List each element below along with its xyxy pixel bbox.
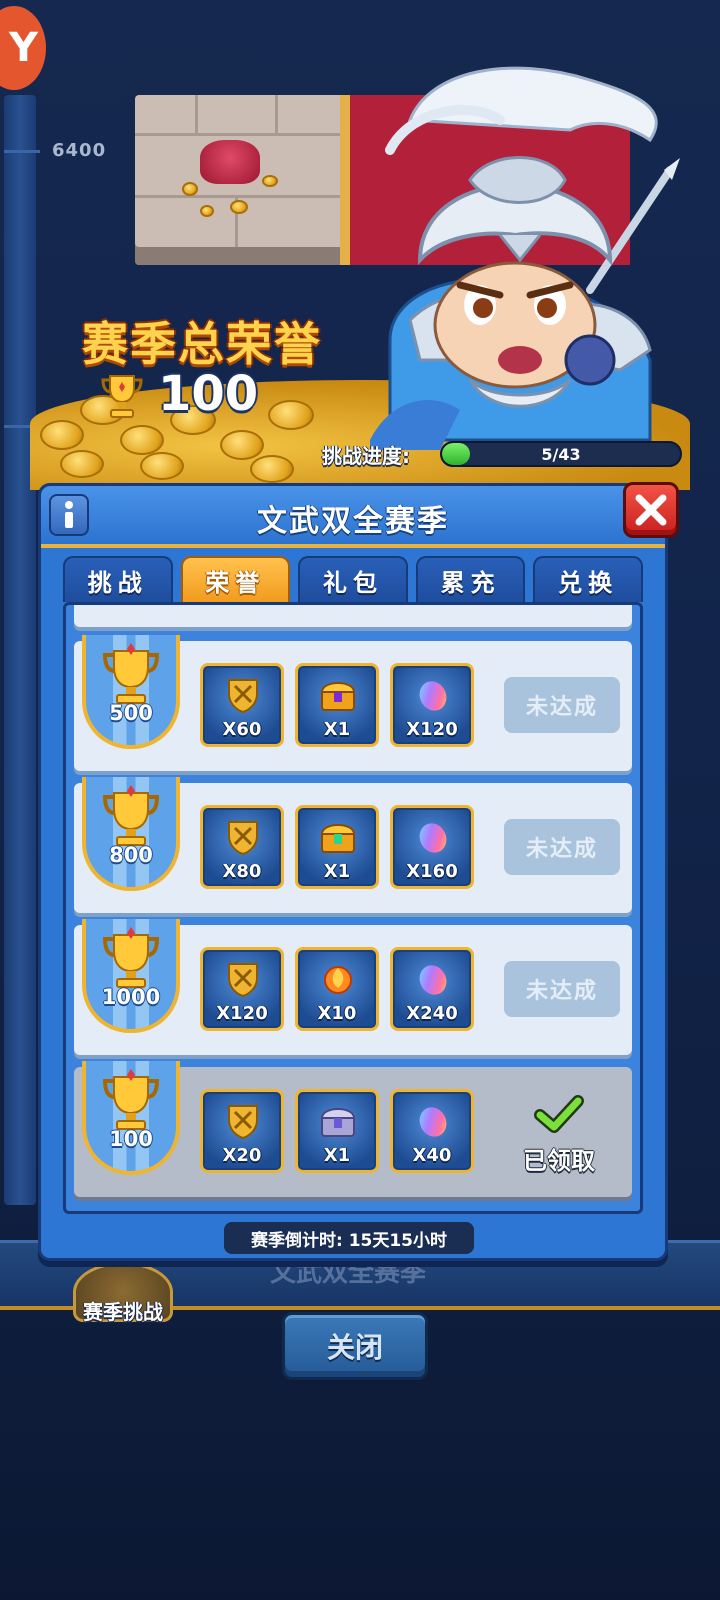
treasure-bag-icon [200, 140, 260, 184]
rainbow-gem-icon [419, 681, 447, 711]
reward-quantity: X1 [323, 1145, 351, 1166]
close-icon [635, 494, 667, 526]
left-pillar [4, 95, 40, 1205]
challenge-progress-text: 5/43 [541, 444, 581, 464]
honor-threshold-value: 500 [109, 701, 153, 725]
modal-close-button[interactable] [623, 482, 679, 538]
reward-item[interactable]: X160 [390, 805, 474, 889]
tab-challenge[interactable]: 挑战 [63, 556, 173, 602]
reward-row: 1000 X120 X10 X240 未达成 [74, 919, 632, 1055]
silver-chest-icon [320, 1108, 356, 1137]
trophy-icon [102, 643, 160, 704]
claim-status-button[interactable]: 未达成 [504, 677, 620, 733]
trophy-icon [102, 1069, 160, 1130]
reward-row: 500 X60 X1 X120 未达成 [74, 635, 632, 771]
tab-cumulative-recharge[interactable]: 累充 [415, 556, 526, 602]
trophy-icon [102, 927, 160, 988]
reward-items: X60 X1 X120 [200, 663, 474, 747]
reward-item[interactable]: X1 [295, 1089, 379, 1173]
reward-item[interactable]: X20 [200, 1089, 284, 1173]
reward-quantity: X120 [216, 1003, 268, 1024]
fire-orb-icon [324, 966, 352, 994]
challenge-progress-bar: 5/43 [440, 441, 682, 467]
golden-chest-icon [320, 824, 356, 853]
season-countdown: 赛季倒计时: 15天15小时 [224, 1222, 474, 1254]
honor-threshold-value: 800 [109, 843, 153, 867]
trophy-icon [101, 375, 143, 418]
tab-honor[interactable]: 荣誉 [180, 556, 291, 602]
reward-item[interactable]: X1 [295, 805, 379, 889]
honor-threshold-badge: 100 [82, 1061, 180, 1175]
reward-items: X80 X1 X160 [200, 805, 474, 889]
shield-swords-icon [228, 963, 258, 998]
rainbow-gem-icon [419, 965, 447, 995]
reward-item[interactable]: X120 [200, 947, 284, 1031]
reward-item[interactable]: X120 [390, 663, 474, 747]
claimed-status: 已领取 [504, 1095, 614, 1175]
claim-status-button[interactable]: 未达成 [504, 961, 620, 1017]
reward-quantity: X160 [406, 861, 458, 882]
close-button[interactable]: 关闭 [282, 1312, 428, 1380]
reward-quantity: X80 [222, 861, 262, 882]
rainbow-gem-icon [419, 1107, 447, 1137]
score-marker: 6400 [52, 140, 107, 161]
reward-quantity: X1 [323, 719, 351, 740]
honor-threshold-value: 1000 [101, 985, 161, 1009]
reward-quantity: X20 [222, 1145, 262, 1166]
claim-status-button[interactable]: 未达成 [504, 819, 620, 875]
list-item-partial [74, 605, 632, 627]
season-modal: 文武双全赛季 挑战 荣誉 礼包 累充 兑换 500 X60 X1 X120 未达… [38, 482, 679, 1261]
modal-title: 文武双全赛季 [257, 504, 449, 539]
reward-quantity: X240 [406, 1003, 458, 1024]
checkmark-icon [534, 1095, 584, 1133]
season-honor-title: 赛季总荣誉 [82, 317, 322, 371]
reward-quantity: X10 [317, 1003, 357, 1024]
season-honor-value: 100 [158, 366, 259, 422]
season-challenge-button[interactable]: 赛季挑战 [68, 1262, 178, 1332]
hero-warrior-character [370, 66, 680, 450]
rainbow-gem-icon [419, 823, 447, 853]
modal-header: 文武双全赛季 [41, 482, 679, 548]
shield-swords-icon [228, 679, 258, 714]
reward-item[interactable]: X240 [390, 947, 474, 1031]
honor-reward-list[interactable]: 500 X60 X1 X120 未达成 800 X80 X1 X160 未达成 … [63, 602, 643, 1214]
reward-quantity: X120 [406, 719, 458, 740]
shield-swords-icon [228, 821, 258, 856]
honor-threshold-badge: 800 [82, 777, 180, 891]
claimed-label: 已领取 [523, 1147, 595, 1175]
tab-bar: 挑战 荣誉 礼包 累充 兑换 [63, 556, 643, 604]
reward-item[interactable]: X80 [200, 805, 284, 889]
reward-items: X120 X10 X240 [200, 947, 474, 1031]
reward-item[interactable]: X10 [295, 947, 379, 1031]
season-challenge-label: 赛季挑战 [83, 1300, 163, 1324]
reward-row: 800 X80 X1 X160 未达成 [74, 777, 632, 913]
challenge-progress: 挑战进度: 5/43 [322, 438, 682, 470]
reward-item[interactable]: X40 [390, 1089, 474, 1173]
trophy-icon [102, 785, 160, 846]
honor-threshold-value: 100 [109, 1127, 153, 1151]
reward-item[interactable]: X1 [295, 663, 379, 747]
app-logo: Y [0, 6, 46, 90]
tab-gift-pack[interactable]: 礼包 [298, 556, 408, 602]
golden-chest-icon [320, 682, 356, 711]
challenge-progress-label: 挑战进度: [322, 443, 410, 468]
reward-quantity: X1 [323, 861, 351, 882]
honor-threshold-badge: 500 [82, 635, 180, 749]
reward-quantity: X60 [222, 719, 262, 740]
reward-row-claimed: 100 X20 X1 X40 已领取 [74, 1061, 632, 1197]
honor-threshold-badge: 1000 [82, 919, 180, 1033]
tab-exchange[interactable]: 兑换 [533, 556, 643, 602]
shield-swords-icon [228, 1105, 258, 1140]
reward-quantity: X40 [412, 1145, 452, 1166]
reward-items: X20 X1 X40 [200, 1089, 474, 1173]
reward-item[interactable]: X60 [200, 663, 284, 747]
